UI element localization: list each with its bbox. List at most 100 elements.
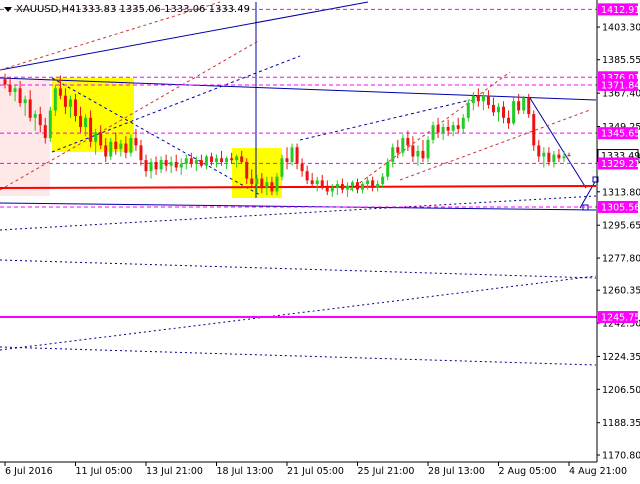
candle-body [542,152,546,157]
candle-body [567,154,571,156]
chart-background [0,0,640,480]
candle-body [129,138,133,153]
x-tick-label: 13 Jul 21:00 [146,466,203,477]
y-tick-label: 1313.80 [602,187,640,198]
candle-body [89,117,93,142]
candle-body [79,115,83,128]
candle-body [406,138,410,146]
candle-body [275,176,279,192]
candle-body [361,184,365,190]
candle-body [356,182,359,190]
candle-body [84,117,88,128]
candle-body [209,156,213,162]
candle-body [8,84,12,93]
candle-body [169,161,173,166]
candle-body [411,145,415,157]
chart-header-symbol: XAUUSD,H4 [16,4,75,15]
candle-body [174,161,178,168]
candle-body [335,184,339,188]
candle-body [507,117,511,124]
price-tag-label-0: 1412.91 [601,5,640,16]
candle-body [330,187,334,192]
y-tick-label: 1403.30 [602,23,640,34]
candle-body [154,161,158,170]
candle-body [401,138,405,153]
x-tick-label: 21 Jul 05:00 [287,466,344,477]
candle-body [371,180,375,188]
candle-body [235,156,239,161]
candle-body [471,95,475,104]
x-tick-label: 4 Aug 21:00 [569,466,627,477]
candle-body [557,154,561,159]
candle-body [481,95,485,102]
candle-body [527,97,531,115]
candle-body [476,95,480,102]
candle-body [230,158,234,161]
candle-body [537,145,541,157]
candle-body [310,180,314,185]
candle-body [99,132,103,146]
candle-body [220,158,224,162]
candle-body [38,114,42,126]
candle-body [255,178,259,185]
x-tick-label: 18 Jul 13:00 [217,466,274,477]
candle-body [396,147,400,153]
candle-body [325,185,329,192]
candle-body [270,182,274,192]
candle-body [552,154,556,162]
candle-body [340,184,344,190]
y-tick-label: 1295.65 [602,221,640,232]
candle-body [391,147,395,162]
candle-body [114,141,118,150]
candle-body [461,117,465,129]
candle-body [199,160,203,166]
candle-body [139,145,143,161]
candle-body [426,139,430,159]
candle-body [265,182,269,188]
candle-body [416,150,420,157]
candle-body [149,161,153,172]
candle-body [124,143,128,153]
price-tag-label-3: 1345.65 [601,129,640,140]
chart-window[interactable]: 1403.301385.551367.401349.251331.101313.… [0,0,640,480]
candle-body [446,127,450,131]
candle-body [441,127,445,133]
candle-body [159,160,163,170]
candle-body [350,182,354,186]
candle-body [13,88,17,93]
candle-body [547,152,551,162]
candle-body [43,125,47,139]
candle-body [345,185,349,190]
candle-body [436,125,440,133]
candle-body [295,147,299,164]
candle-body [486,95,490,105]
candle-body [366,180,370,185]
candle-body [451,125,455,131]
candle-body [119,143,123,150]
y-tick-label: 1277.80 [602,254,640,265]
price-tag-label-2: 1371.84 [601,80,640,91]
candle-body [164,160,168,166]
candle-body [421,150,425,159]
candle-body [517,101,521,111]
candle-body [18,88,22,104]
candle-body [33,114,37,118]
x-tick-label: 28 Jul 13:00 [428,466,485,477]
candle-body [23,99,27,104]
anchor-point-1[interactable] [582,204,589,211]
x-tick-label: 6 Jul 2016 [5,466,53,477]
chart-header-ohlc: 1333.83 1335.06 1333.06 1333.49 [75,4,250,15]
candle-body [245,161,249,179]
candle-body [134,138,138,146]
candle-body [184,158,188,164]
y-tick-label: 1260.35 [602,286,640,297]
candle-body [28,99,32,118]
candle-body [240,156,244,162]
price-chart[interactable]: 1403.301385.551367.401349.251331.101313.… [0,0,640,480]
candle-body [466,103,470,118]
price-tag-label-7: 1245.75 [601,313,640,324]
candle-body [386,161,390,177]
candle-body [290,147,294,162]
candle-body [104,145,108,157]
candle-body [48,110,52,139]
